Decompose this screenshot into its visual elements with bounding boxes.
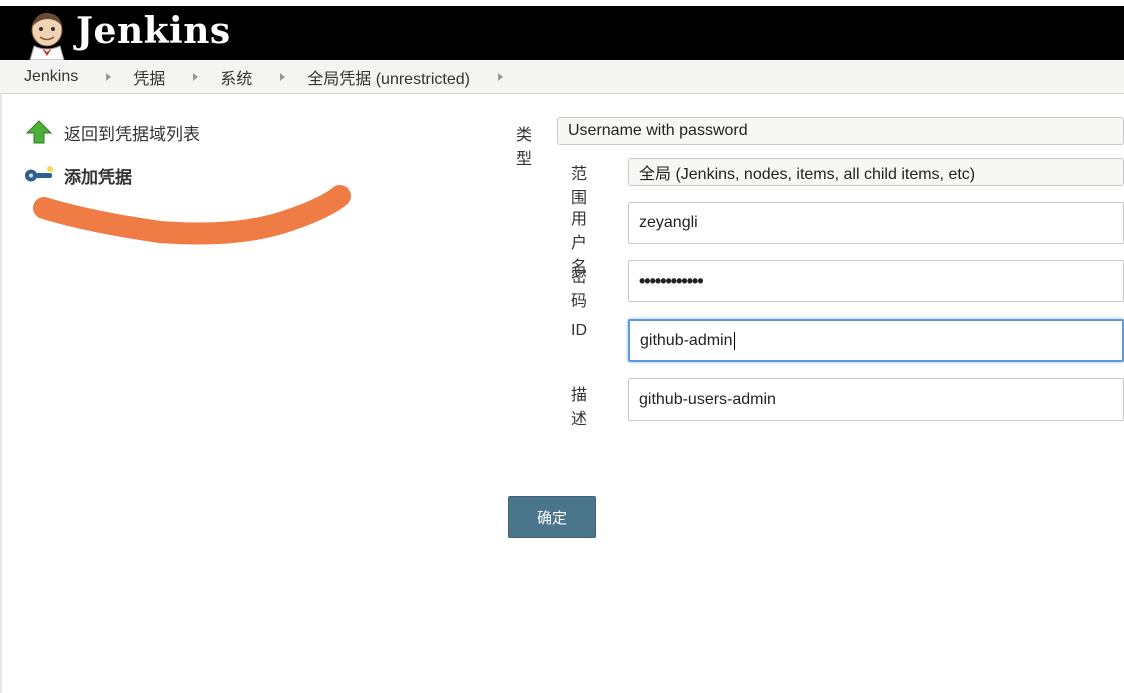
chevron-right-icon[interactable]	[497, 72, 503, 81]
id-value: github-admin	[640, 331, 733, 349]
credential-key-icon	[24, 162, 54, 188]
breadcrumb-label[interactable]: 系统	[220, 65, 252, 89]
add-credentials-link[interactable]: 添加凭据	[24, 161, 344, 189]
password-label: 密码	[571, 269, 588, 310]
scope-label: 范围	[571, 166, 588, 207]
description-label: 描述	[571, 387, 588, 428]
breadcrumb-label[interactable]: 凭据	[133, 65, 165, 89]
back-to-domains-link[interactable]: 返回到凭据域列表	[24, 118, 344, 146]
password-value: ••••••••••••	[639, 270, 704, 291]
ok-button[interactable]: 确定	[508, 496, 596, 538]
breadcrumb-item-jenkins[interactable]: Jenkins	[24, 68, 133, 86]
breadcrumb: Jenkins 凭据 系统 全局凭据 (unrestricted)	[0, 60, 1124, 94]
kind-select-value: Username with password	[568, 122, 748, 139]
chevron-right-icon[interactable]	[193, 72, 199, 81]
scope-select-value: 全局 (Jenkins, nodes, items, all child ite…	[639, 166, 976, 183]
header-bar: Jenkins	[0, 0, 1124, 60]
description-value: github-users-admin	[639, 390, 776, 408]
chevron-right-icon[interactable]	[280, 72, 286, 81]
chevron-right-icon[interactable]	[106, 72, 112, 81]
back-to-domains-label[interactable]: 返回到凭据域列表	[64, 120, 200, 145]
up-arrow-icon	[24, 119, 54, 145]
add-credentials-label[interactable]: 添加凭据	[64, 163, 132, 188]
username-field[interactable]: zeyangli	[628, 202, 1124, 244]
text-cursor	[733, 331, 735, 350]
window-top-edge	[0, 0, 1124, 6]
id-field[interactable]: github-admin	[628, 319, 1124, 362]
side-panel: 返回到凭据域列表 添加凭据	[24, 118, 344, 204]
username-value: zeyangli	[639, 214, 698, 231]
kind-select[interactable]: Username with password	[557, 117, 1124, 145]
scope-select[interactable]: 全局 (Jenkins, nodes, items, all child ite…	[628, 158, 1124, 186]
breadcrumb-label[interactable]: 全局凭据 (unrestricted)	[307, 65, 470, 89]
breadcrumb-item-global-credentials[interactable]: 全局凭据 (unrestricted)	[307, 65, 503, 89]
breadcrumb-item-credentials[interactable]: 凭据	[133, 65, 220, 89]
breadcrumb-item-system[interactable]: 系统	[220, 65, 307, 89]
password-field[interactable]: ••••••••••••	[628, 260, 1124, 302]
breadcrumb-label[interactable]: Jenkins	[24, 68, 78, 86]
id-label: ID	[571, 322, 587, 339]
description-field[interactable]: github-users-admin	[628, 378, 1124, 421]
window-edge	[0, 60, 2, 693]
kind-label: 类型	[516, 127, 533, 168]
jenkins-butler-icon[interactable]	[24, 10, 70, 60]
brand-title[interactable]: Jenkins	[76, 10, 231, 52]
